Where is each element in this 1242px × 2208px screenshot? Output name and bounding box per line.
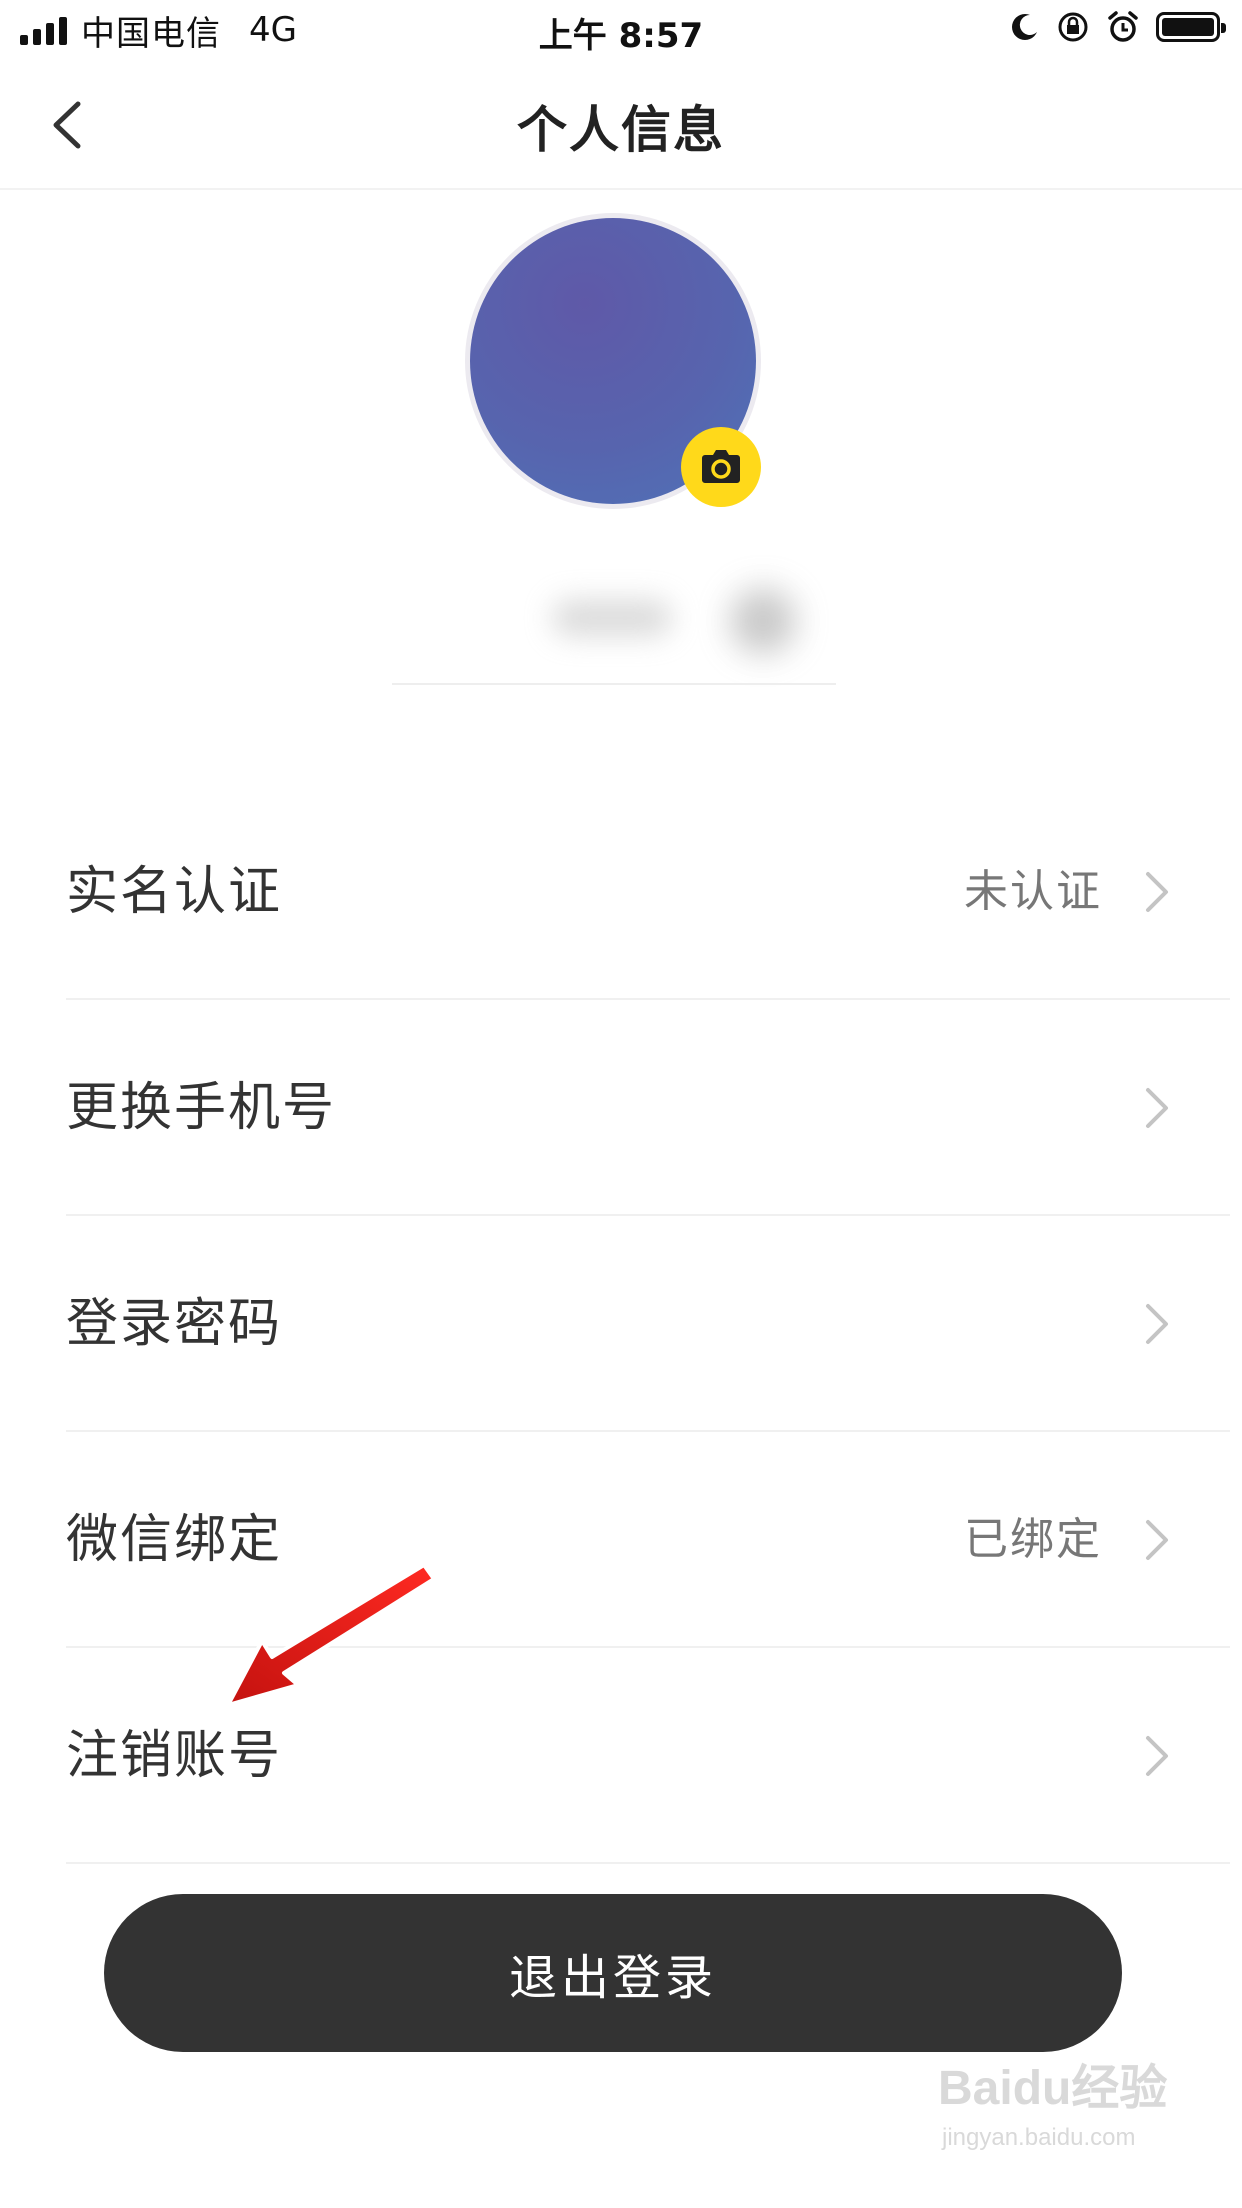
divider: [392, 683, 836, 685]
divider: [66, 1862, 1230, 1864]
watermark-url: jingyan.baidu.com: [942, 2124, 1136, 2151]
alarm-icon: [1108, 11, 1138, 42]
settings-item-label: 实名认证: [66, 862, 283, 922]
blurred-edit-icon: [730, 588, 796, 654]
settings-item-label: 登录密码: [66, 1294, 283, 1354]
orientation-lock-icon: [1058, 12, 1088, 42]
nav-bar: 个人信息: [0, 62, 1242, 190]
chevron-right-icon: [1146, 1088, 1168, 1128]
chevron-right-icon: [1146, 872, 1168, 912]
settings-item-value: 未认证: [964, 866, 1102, 917]
blurred-text: [552, 600, 672, 636]
status-bar: 中国电信 4G 上午 8:57: [0, 0, 1242, 62]
settings-item-real-name-verification[interactable]: 实名认证 未认证: [0, 784, 1242, 1000]
settings-item-wechat-binding[interactable]: 微信绑定 已绑定: [0, 1432, 1242, 1648]
chevron-right-icon: [1146, 1520, 1168, 1560]
baidu-watermark: Baidu经验 jingyan.baidu.com: [938, 2048, 1178, 2168]
logout-button[interactable]: 退出登录: [104, 1894, 1122, 2052]
page-title: 个人信息: [517, 101, 725, 159]
settings-item-value: 已绑定: [964, 1514, 1102, 1565]
settings-item-delete-account[interactable]: 注销账号: [0, 1648, 1242, 1864]
settings-item-login-password[interactable]: 登录密码: [0, 1216, 1242, 1432]
watermark-brand: Baidu经验: [938, 2062, 1168, 2115]
chevron-right-icon: [1146, 1304, 1168, 1344]
status-bar-right: [1010, 10, 1226, 44]
settings-item-change-phone[interactable]: 更换手机号: [0, 1000, 1242, 1216]
settings-item-label: 更换手机号: [66, 1078, 337, 1138]
battery-icon: [1156, 12, 1226, 42]
camera-icon: [702, 450, 740, 483]
moon-icon: [1012, 14, 1037, 40]
change-avatar-button[interactable]: [681, 427, 761, 507]
settings-list: 实名认证 未认证 更换手机号 登录密码 微信绑定 已绑定 注销账号: [0, 784, 1242, 1864]
chevron-right-icon: [1146, 1736, 1168, 1776]
annotation-arrow-icon: [226, 1563, 436, 1707]
nickname-redacted[interactable]: [392, 574, 852, 664]
